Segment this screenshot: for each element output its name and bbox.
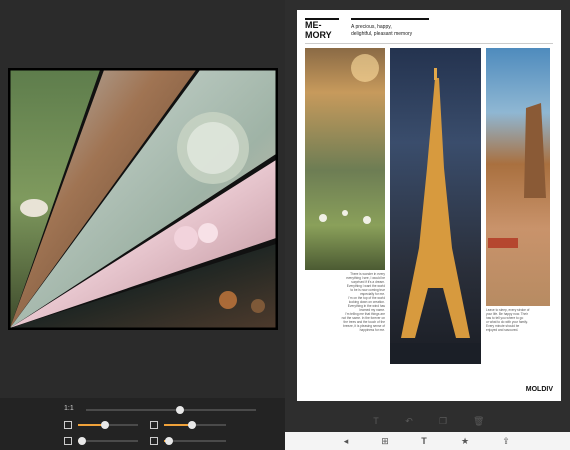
page-title: ME- MORY bbox=[305, 20, 332, 40]
star-icon[interactable]: ★ bbox=[460, 436, 470, 446]
roundness-icon bbox=[150, 437, 158, 445]
ratio-slider[interactable] bbox=[86, 409, 256, 411]
undo-icon[interactable]: ↶ bbox=[404, 416, 414, 426]
roundness-slider[interactable] bbox=[164, 440, 226, 442]
layout-icon[interactable]: ⊞ bbox=[380, 436, 390, 446]
header-divider bbox=[305, 43, 553, 44]
ratio-slider-knob[interactable] bbox=[176, 406, 184, 414]
roundness-slider-knob[interactable] bbox=[165, 437, 173, 445]
edit-toolbar: T ↶ ❐ 🗑 bbox=[285, 412, 570, 430]
share-icon[interactable]: ⇪ bbox=[501, 436, 511, 446]
border-inner-icon bbox=[64, 421, 72, 429]
subtitle-rule bbox=[351, 18, 429, 20]
eiffel-tower-photo[interactable] bbox=[390, 48, 481, 364]
collage-controls: 1:1 bbox=[0, 398, 285, 450]
bottom-toolbar: ◂ ⊞ T ★ ⇪ bbox=[285, 432, 570, 450]
text-icon[interactable]: T bbox=[371, 416, 381, 426]
copy-icon[interactable]: ❐ bbox=[438, 416, 448, 426]
desert-rock-photo[interactable] bbox=[486, 48, 550, 306]
shadow-slider[interactable] bbox=[78, 440, 138, 442]
left-pane: 1:1 bbox=[0, 0, 285, 450]
dandelion-photo[interactable] bbox=[305, 48, 385, 270]
border-outer-icon bbox=[150, 421, 158, 429]
shadow-slider-knob[interactable] bbox=[78, 437, 86, 445]
left-caption: There is wonder in every everything I se… bbox=[341, 272, 385, 332]
text-icon[interactable]: T bbox=[419, 436, 429, 446]
shadow-icon bbox=[64, 437, 72, 445]
ratio-label: 1:1 bbox=[64, 405, 74, 412]
back-icon[interactable]: ◂ bbox=[341, 436, 351, 446]
border-outer-slider-knob[interactable] bbox=[188, 421, 196, 429]
border-inner-slider-knob[interactable] bbox=[101, 421, 109, 429]
right-caption: Leave to sleep, every stroke of your lif… bbox=[486, 308, 530, 332]
page-subtitle: A precious, happy, delightful, pleasant … bbox=[351, 24, 413, 37]
brand-label: MOLDIV bbox=[525, 386, 553, 393]
fan-collage bbox=[8, 68, 278, 330]
magazine-page[interactable]: ME- MORY A precious, happy, delightful, … bbox=[297, 10, 561, 401]
delete-icon[interactable]: 🗑 bbox=[473, 416, 484, 426]
